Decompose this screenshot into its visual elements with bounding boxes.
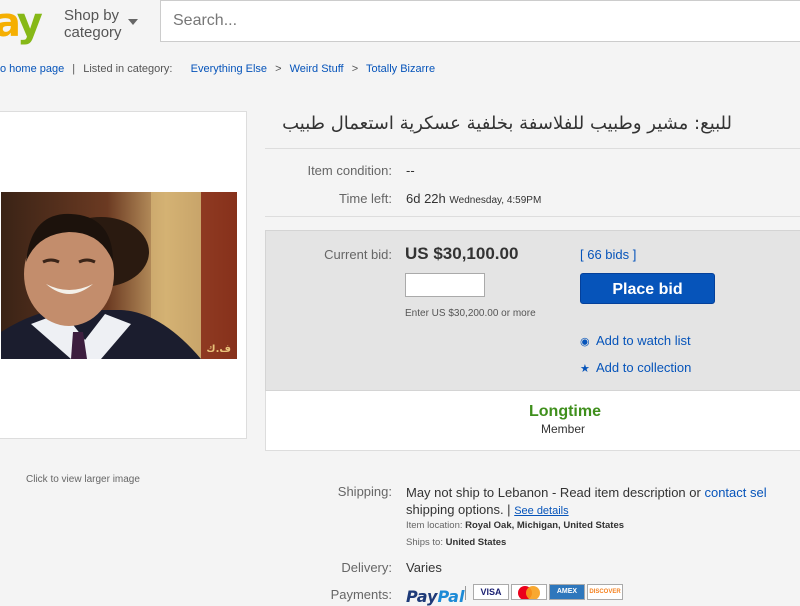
mastercard-icon bbox=[511, 584, 547, 600]
search-bar[interactable] bbox=[160, 0, 800, 42]
place-bid-button[interactable]: Place bid bbox=[580, 273, 715, 304]
shipping-text-2: shipping options. | bbox=[406, 502, 511, 517]
time-left-end: Wednesday, 4:59PM bbox=[449, 195, 542, 206]
time-left-value: 6d 22h Wednesday, 4:59PM bbox=[406, 191, 541, 206]
current-bid-label: Current bid: bbox=[324, 247, 392, 262]
ebay-logo[interactable]: ay bbox=[0, 2, 43, 44]
add-to-watch-list-link[interactable]: ◉ Add to watch list bbox=[580, 333, 691, 348]
category-link-weird-stuff[interactable]: Weird Stuff bbox=[290, 63, 344, 75]
paypal-logo: PayPal bbox=[406, 587, 465, 606]
breadcrumb-separator: > bbox=[351, 63, 359, 75]
info-divider bbox=[265, 216, 800, 217]
back-to-home-link[interactable]: o home page bbox=[0, 63, 64, 75]
contact-seller-link[interactable]: contact sel bbox=[704, 485, 766, 500]
breadcrumb-divider: | bbox=[72, 63, 76, 75]
click-to-view-larger-link[interactable]: Click to view larger image bbox=[26, 474, 140, 485]
longtime-label: Longtime bbox=[529, 403, 601, 420]
item-location: Item location: Royal Oak, Michigan, Unit… bbox=[406, 520, 624, 531]
item-location-value: Royal Oak, Michigan, United States bbox=[465, 520, 625, 531]
eye-icon: ◉ bbox=[580, 336, 590, 348]
title-divider bbox=[265, 148, 800, 149]
shop-by-category-label: Shop by category bbox=[64, 7, 122, 41]
ships-to-value: United States bbox=[445, 537, 507, 548]
discover-icon: DISCOVER bbox=[587, 584, 623, 600]
shipping-label: Shipping: bbox=[337, 484, 392, 499]
item-location-label: Item location: bbox=[406, 520, 463, 531]
ships-to: Ships to: United States bbox=[406, 537, 506, 548]
breadcrumb-separator: > bbox=[275, 63, 282, 75]
payments-divider bbox=[465, 586, 466, 600]
see-details-link[interactable]: See details bbox=[514, 505, 568, 517]
shipping-text-1: May not ship to Lebanon - Read item desc… bbox=[406, 485, 701, 500]
item-title: للبيع: مشير وطبيب للفلاسفة بخلفية عسكرية… bbox=[282, 113, 732, 134]
item-condition-label: Item condition: bbox=[307, 163, 392, 178]
bid-amount-input[interactable] bbox=[405, 273, 485, 297]
shop-by-category-button[interactable]: Shop by category bbox=[64, 7, 122, 41]
shipping-info: May not ship to Lebanon - Read item desc… bbox=[406, 484, 767, 520]
watch-list-label: Add to watch list bbox=[596, 333, 691, 348]
chevron-down-icon[interactable] bbox=[128, 19, 138, 25]
search-input[interactable] bbox=[171, 11, 775, 31]
amex-icon: AMEX bbox=[549, 584, 585, 600]
visa-icon: VISA bbox=[473, 584, 509, 600]
category-link-totally-bizarre[interactable]: Totally Bizarre bbox=[366, 63, 435, 75]
item-condition-value: -- bbox=[406, 163, 415, 178]
add-to-collection-link[interactable]: ★ Add to collection bbox=[580, 360, 691, 375]
current-bid-value: US $30,100.00 bbox=[405, 244, 519, 263]
item-image-panel: ف.ك bbox=[0, 111, 247, 439]
minimum-bid-note: Enter US $30,200.00 or more bbox=[405, 308, 536, 319]
bid-history-link[interactable]: [ 66 bids ] bbox=[580, 247, 636, 262]
category-link-everything-else[interactable]: Everything Else bbox=[191, 63, 267, 75]
time-left-label: Time left: bbox=[339, 191, 392, 206]
breadcrumb: o home page | Listed in category: Everyt… bbox=[0, 63, 435, 75]
seller-badge-box bbox=[265, 391, 800, 451]
ships-to-label: Ships to: bbox=[406, 537, 443, 548]
item-photo[interactable]: ف.ك bbox=[1, 192, 237, 359]
member-label: Member bbox=[541, 422, 586, 436]
photo-watermark: ف.ك bbox=[206, 344, 231, 355]
delivery-value: Varies bbox=[406, 560, 442, 575]
star-icon: ★ bbox=[580, 363, 590, 375]
header: ay Shop by category bbox=[0, 0, 800, 46]
listed-in-label: Listed in category: bbox=[83, 63, 173, 75]
collection-label: Add to collection bbox=[596, 360, 692, 375]
delivery-label: Delivery: bbox=[341, 560, 392, 575]
time-left-countdown: 6d 22h bbox=[406, 191, 446, 206]
